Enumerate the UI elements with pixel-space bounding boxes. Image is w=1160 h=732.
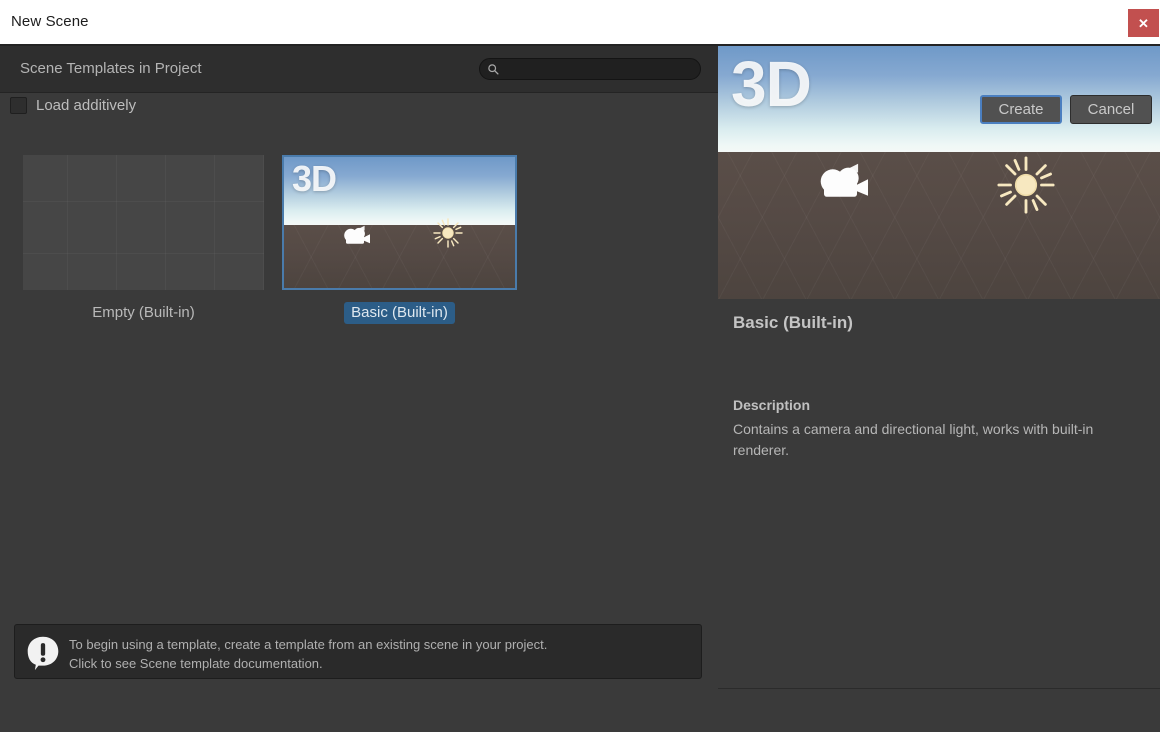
template-info-text: To begin using a template, create a temp… bbox=[69, 635, 694, 673]
load-additively-label: Load additively bbox=[36, 97, 136, 114]
window-title: New Scene bbox=[11, 13, 89, 30]
close-button[interactable]: ✕ bbox=[1128, 9, 1159, 37]
preview-description-heading: Description bbox=[733, 397, 810, 413]
scene-preview-large: 3D bbox=[718, 46, 1160, 299]
template-thumbnail-empty bbox=[23, 155, 264, 290]
cancel-button[interactable]: Cancel bbox=[1070, 95, 1152, 124]
load-additively-row[interactable]: Load additively bbox=[10, 97, 136, 114]
preview-image: 3D bbox=[718, 46, 1160, 299]
scene-ground bbox=[284, 225, 515, 288]
search-icon bbox=[487, 63, 500, 76]
dialog-footer bbox=[0, 688, 1160, 732]
close-icon: ✕ bbox=[1138, 17, 1149, 30]
template-badge-3d: 3D bbox=[292, 161, 336, 197]
preview-camera-icon bbox=[813, 151, 879, 203]
preview-title: Basic (Built-in) bbox=[733, 313, 853, 333]
load-additively-checkbox[interactable] bbox=[10, 97, 27, 114]
window-titlebar: New Scene ✕ bbox=[0, 0, 1160, 44]
template-label-row-basic: Basic (Built-in) bbox=[271, 302, 528, 324]
preview-sun-icon bbox=[995, 154, 1057, 216]
info-exclamation-icon bbox=[25, 635, 61, 671]
footer-divider bbox=[718, 688, 1160, 689]
template-info-box[interactable]: To begin using a template, create a temp… bbox=[14, 624, 702, 679]
camera-icon bbox=[340, 219, 376, 247]
info-line-1: To begin using a template, create a temp… bbox=[69, 635, 694, 654]
templates-header-title: Scene Templates in Project bbox=[20, 60, 202, 77]
info-line-2: Click to see Scene template documentatio… bbox=[69, 654, 694, 673]
scene-templates-panel: Scene Templates in Project Empty (Built-… bbox=[0, 46, 718, 688]
footer-buttons: Create Cancel bbox=[980, 95, 1152, 124]
template-thumbnail-basic: 3D bbox=[282, 155, 517, 290]
template-label-empty: Empty (Built-in) bbox=[85, 302, 202, 324]
new-scene-dialog: Scene Templates in Project Empty (Built-… bbox=[0, 44, 1160, 732]
preview-scene-ground bbox=[718, 152, 1160, 299]
template-preview-panel: 3D bbox=[718, 46, 1160, 688]
sun-icon bbox=[432, 217, 464, 249]
template-label-row-empty: Empty (Built-in) bbox=[15, 302, 272, 324]
preview-description-body: Contains a camera and directional light,… bbox=[733, 419, 1147, 461]
template-card-basic[interactable]: 3D bbox=[271, 155, 528, 290]
create-button[interactable]: Create bbox=[980, 95, 1062, 124]
search-input[interactable] bbox=[504, 59, 698, 81]
template-grid: Empty (Built-in) 3D bbox=[0, 93, 718, 688]
template-card-empty[interactable]: Empty (Built-in) bbox=[15, 155, 272, 290]
templates-header: Scene Templates in Project bbox=[0, 46, 718, 93]
search-field[interactable] bbox=[479, 58, 701, 80]
preview-badge-3d: 3D bbox=[731, 52, 811, 116]
scene-preview-thumb: 3D bbox=[284, 157, 515, 288]
template-label-basic: Basic (Built-in) bbox=[344, 302, 455, 324]
